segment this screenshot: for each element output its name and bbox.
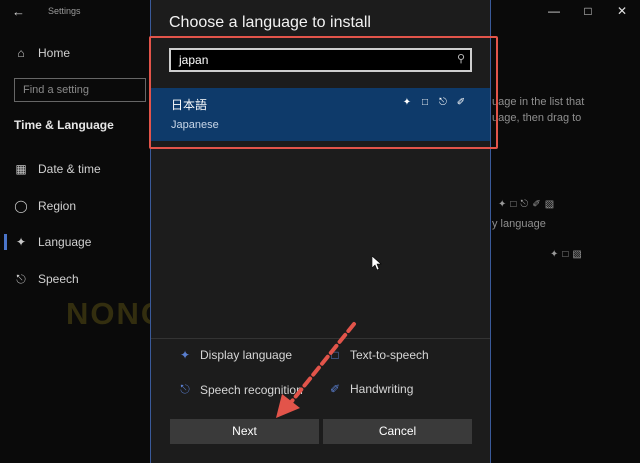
section-title: Time & Language: [14, 118, 114, 132]
close-icon[interactable]: ✕: [612, 2, 632, 20]
microphone-icon: ⎋: [16, 271, 26, 286]
find-setting-input[interactable]: Find a setting: [14, 78, 146, 102]
speech-recognition-icon: ⎋: [180, 382, 190, 396]
calendar-clock-icon: ▦: [15, 162, 27, 176]
home-icon: ⌂: [17, 46, 25, 60]
display-language-icon: ✦: [179, 348, 191, 362]
next-button[interactable]: Next: [170, 419, 319, 444]
legend-label: Text-to-speech: [350, 348, 429, 362]
sidebar-item-speech[interactable]: ⎋ Speech: [14, 270, 79, 288]
sidebar-item-label: Region: [38, 199, 77, 213]
sidebar-item-home[interactable]: ⌂ Home: [14, 44, 70, 62]
sidebar-item-language[interactable]: ✦ Language: [14, 233, 91, 251]
annotation-arrow: [276, 322, 356, 418]
mouse-cursor-icon: [372, 256, 382, 270]
highlight-box: [149, 36, 498, 149]
settings-title: Settings: [48, 6, 81, 16]
cancel-button[interactable]: Cancel: [323, 419, 472, 444]
sidebar-item-date-time[interactable]: ▦ Date & time: [14, 160, 101, 178]
sidebar-item-label: Date & time: [38, 162, 101, 176]
back-arrow-icon[interactable]: ←: [12, 4, 28, 20]
sidebar-item-label: Language: [38, 235, 92, 249]
sidebar-item-label: Speech: [38, 272, 79, 286]
maximize-icon[interactable]: □: [578, 2, 598, 20]
language-feature-icons: ✦□▧: [550, 249, 586, 260]
sidebar-item-label: Home: [38, 46, 71, 60]
sidebar-item-region[interactable]: ◯ Region: [14, 197, 76, 215]
background-text: y language: [492, 218, 546, 230]
globe-icon: ◯: [14, 199, 28, 213]
background-text: uage, then drag to: [492, 112, 582, 124]
language-icon: ✦: [15, 235, 27, 249]
background-text: uage in the list that: [492, 96, 585, 108]
dialog-title: Choose a language to install: [169, 14, 371, 31]
minimize-icon[interactable]: —: [544, 2, 564, 20]
selected-indicator: [4, 234, 7, 250]
language-feature-icons: ✦□⎋✐▧: [498, 199, 559, 210]
